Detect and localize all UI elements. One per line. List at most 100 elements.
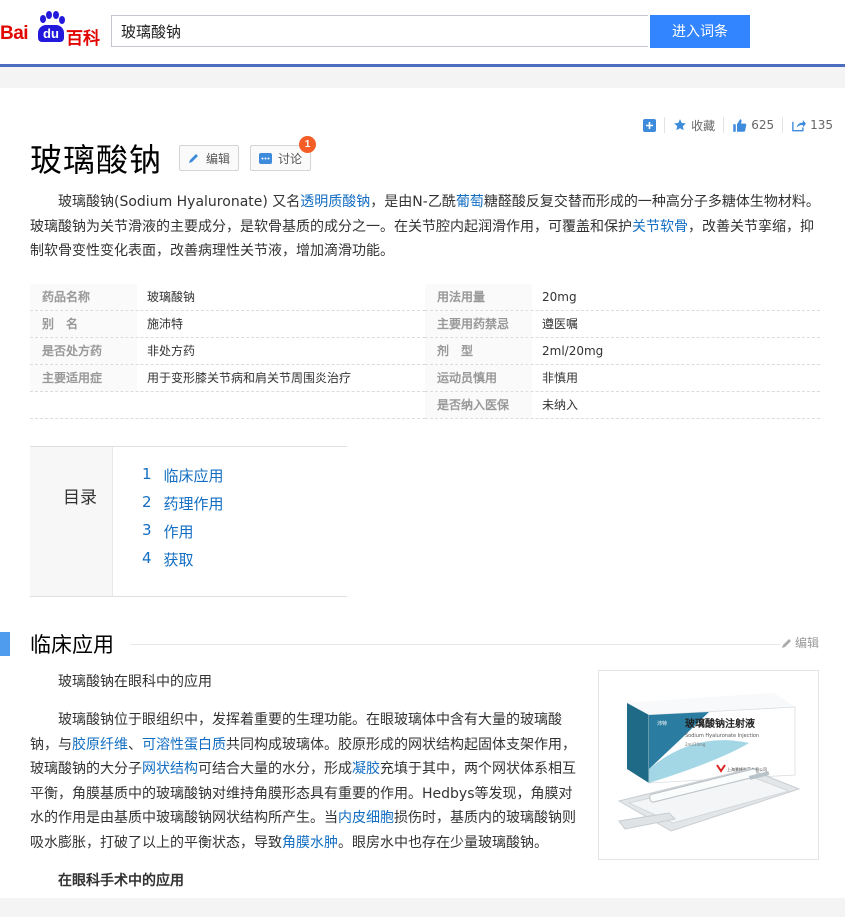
toc-text: 作用 xyxy=(163,523,194,541)
toc-label-panel: 目录 xyxy=(30,447,113,596)
toc-item-pharmacology[interactable]: 2 药理作用 xyxy=(142,493,224,521)
toc-num: 4 xyxy=(142,549,152,567)
like-button[interactable]: 625 xyxy=(723,117,782,133)
link-cartilage[interactable]: 关节软骨 xyxy=(632,219,688,235)
box-spec: 2ml/20mg xyxy=(685,742,706,747)
box-brand: 沛特 xyxy=(657,720,667,727)
info-key: 剂 型 xyxy=(425,338,532,364)
collect-button[interactable]: 收藏 xyxy=(664,117,723,133)
section-edit-label: 编辑 xyxy=(795,636,820,650)
summary-text: 玻璃酸钠(Sodium Hyaluronate) 又名 xyxy=(58,194,301,210)
section-divider xyxy=(130,644,780,645)
discuss-count-badge: 1 xyxy=(299,136,317,153)
info-row: 是否纳入医保 未纳入 xyxy=(425,392,820,419)
lemma-summary: 玻璃酸钠(Sodium Hyaluronate) 又名透明质酸钠，是由N-乙酰葡… xyxy=(30,190,820,264)
pencil-icon xyxy=(189,154,198,163)
section-marker xyxy=(0,632,10,656)
link-collagen-fiber[interactable]: 胶原纤维 xyxy=(72,737,128,753)
enter-entry-button[interactable]: 进入词条 xyxy=(650,15,750,48)
toc-item-obtain[interactable]: 4 获取 xyxy=(142,549,224,577)
toc-num: 1 xyxy=(142,465,152,483)
toc-text: 药理作用 xyxy=(163,495,224,513)
toc-text: 获取 xyxy=(163,551,194,569)
edit-entry-button[interactable]: 编辑 xyxy=(179,145,240,171)
plus-box-icon xyxy=(643,118,657,132)
search-input[interactable] xyxy=(112,16,621,46)
product-image[interactable]: 沛特 玻璃酸钠注射液 Sodium Hyaluronate Injection … xyxy=(598,670,819,860)
info-value: 施沛特 xyxy=(147,317,184,331)
share-count: 135 xyxy=(810,118,833,132)
summary-text: ，是由N-乙酰 xyxy=(370,194,456,210)
section-title: 临床应用 xyxy=(30,633,114,657)
box-title: 玻璃酸钠注射液 xyxy=(685,717,755,730)
info-row: 主要适用症 用于变形膝关节病和肩关节周围炎治疗 xyxy=(30,365,425,392)
info-value: 遵医嘱 xyxy=(542,317,579,331)
discuss-button[interactable]: 讨论 1 xyxy=(250,136,317,171)
add-button[interactable] xyxy=(635,117,664,133)
like-count: 625 xyxy=(751,118,775,132)
header-divider xyxy=(0,64,845,67)
share-icon xyxy=(792,120,807,132)
info-value: 用于变形膝关节病和肩关节周围炎治疗 xyxy=(147,371,352,385)
link-endothelial-cell[interactable]: 内皮细胞 xyxy=(338,810,394,826)
search-box xyxy=(111,15,648,47)
info-key: 用法用量 xyxy=(425,284,532,310)
toc-num: 2 xyxy=(142,493,152,511)
info-key: 别 名 xyxy=(30,311,137,337)
main-content: 收藏 625 135 玻璃酸钠 编辑 讨论 1 玻璃酸钠(Sodium Hyal… xyxy=(0,88,845,898)
link-gel[interactable]: 凝胶 xyxy=(352,761,380,777)
section-edit-button[interactable]: 编辑 xyxy=(781,634,819,651)
info-key: 是否纳入医保 xyxy=(425,392,532,418)
star-icon xyxy=(674,119,687,131)
logo-du-text: du xyxy=(38,25,64,42)
info-row: 别 名施沛特 xyxy=(30,311,425,338)
toc-text: 临床应用 xyxy=(163,467,224,485)
page-title: 玻璃酸钠 xyxy=(30,141,163,179)
para-text: 。眼房水中也存在少量玻璃酸钠。 xyxy=(338,834,548,851)
paragraph-eye-function: 玻璃酸钠位于眼组织中，发挥着重要的生理功能。在眼玻璃体中含有大量的玻璃酸钠，与胶… xyxy=(30,708,578,855)
link-hyaluronate[interactable]: 透明质酸钠 xyxy=(300,194,370,210)
subheading-eye-surgery: 在眼科手术中的应用 xyxy=(58,873,184,889)
edit-entry-label: 编辑 xyxy=(206,151,231,166)
info-key: 运动员慎用 xyxy=(425,365,532,391)
link-corneal-edema[interactable]: 角膜水肿 xyxy=(282,835,338,851)
baidu-baike-logo[interactable]: Bai du 百科 xyxy=(0,11,104,49)
toc-item-effect[interactable]: 3 作用 xyxy=(142,521,224,549)
toc-item-clinical[interactable]: 1 临床应用 xyxy=(142,465,224,493)
info-row: 运动员慎用 非慎用 xyxy=(425,365,820,392)
link-soluble-protein[interactable]: 可溶性蛋白质 xyxy=(142,737,226,753)
pencil-icon xyxy=(782,638,791,648)
info-value: 2ml/20mg xyxy=(542,344,604,358)
table-of-contents: 目录 1 临床应用 2 药理作用 3 作用 4 获取 xyxy=(30,446,347,597)
info-row: 药品名称 玻璃酸钠 xyxy=(30,284,425,311)
info-row: 剂 型 2ml/20mg xyxy=(425,338,820,365)
info-row: 用法用量 20mg xyxy=(425,284,820,311)
info-row-empty xyxy=(30,392,425,419)
info-key: 主要适用症 xyxy=(30,365,137,391)
product-illustration: 沛特 玻璃酸钠注射液 Sodium Hyaluronate Injection … xyxy=(617,693,801,832)
paragraph-eye-heading: 玻璃酸钠在眼科中的应用 xyxy=(58,674,212,690)
info-key: 药品名称 xyxy=(30,284,137,310)
info-value: 非慎用 xyxy=(542,371,579,385)
info-value: 20mg xyxy=(542,290,577,304)
toc-num: 3 xyxy=(142,521,152,539)
info-key: 是否处方药 xyxy=(30,338,137,364)
info-key: 主要用药禁忌 xyxy=(425,311,532,337)
info-value: 玻璃酸钠 xyxy=(147,290,196,304)
para-text: 可结合大量的水分，形成 xyxy=(198,761,352,777)
basic-info-right: 用法用量 20mg 主要用药禁忌 遵医嘱 剂 型 2ml/20mg 运动员慎用 非慎用 … xyxy=(425,284,820,419)
entry-actions: 收藏 625 135 xyxy=(635,117,841,133)
toc-list: 1 临床应用 2 药理作用 3 作用 4 获取 xyxy=(142,465,224,577)
link-glucose[interactable]: 葡萄 xyxy=(456,194,484,210)
info-row: 主要用药禁忌 遵医嘱 xyxy=(425,311,820,338)
para-text: 、 xyxy=(128,736,142,753)
info-value: 非处方药 xyxy=(147,344,196,358)
info-row: 是否处方药 非处方药 xyxy=(30,338,425,365)
chat-icon xyxy=(259,152,272,164)
logo-baike-text: 百科 xyxy=(66,29,100,49)
link-network-structure[interactable]: 网状结构 xyxy=(142,761,198,777)
info-value: 未纳入 xyxy=(542,398,579,412)
info-key xyxy=(30,392,137,418)
share-button[interactable]: 135 xyxy=(782,117,841,133)
top-header: Bai du 百科 进入词条 xyxy=(0,0,845,67)
